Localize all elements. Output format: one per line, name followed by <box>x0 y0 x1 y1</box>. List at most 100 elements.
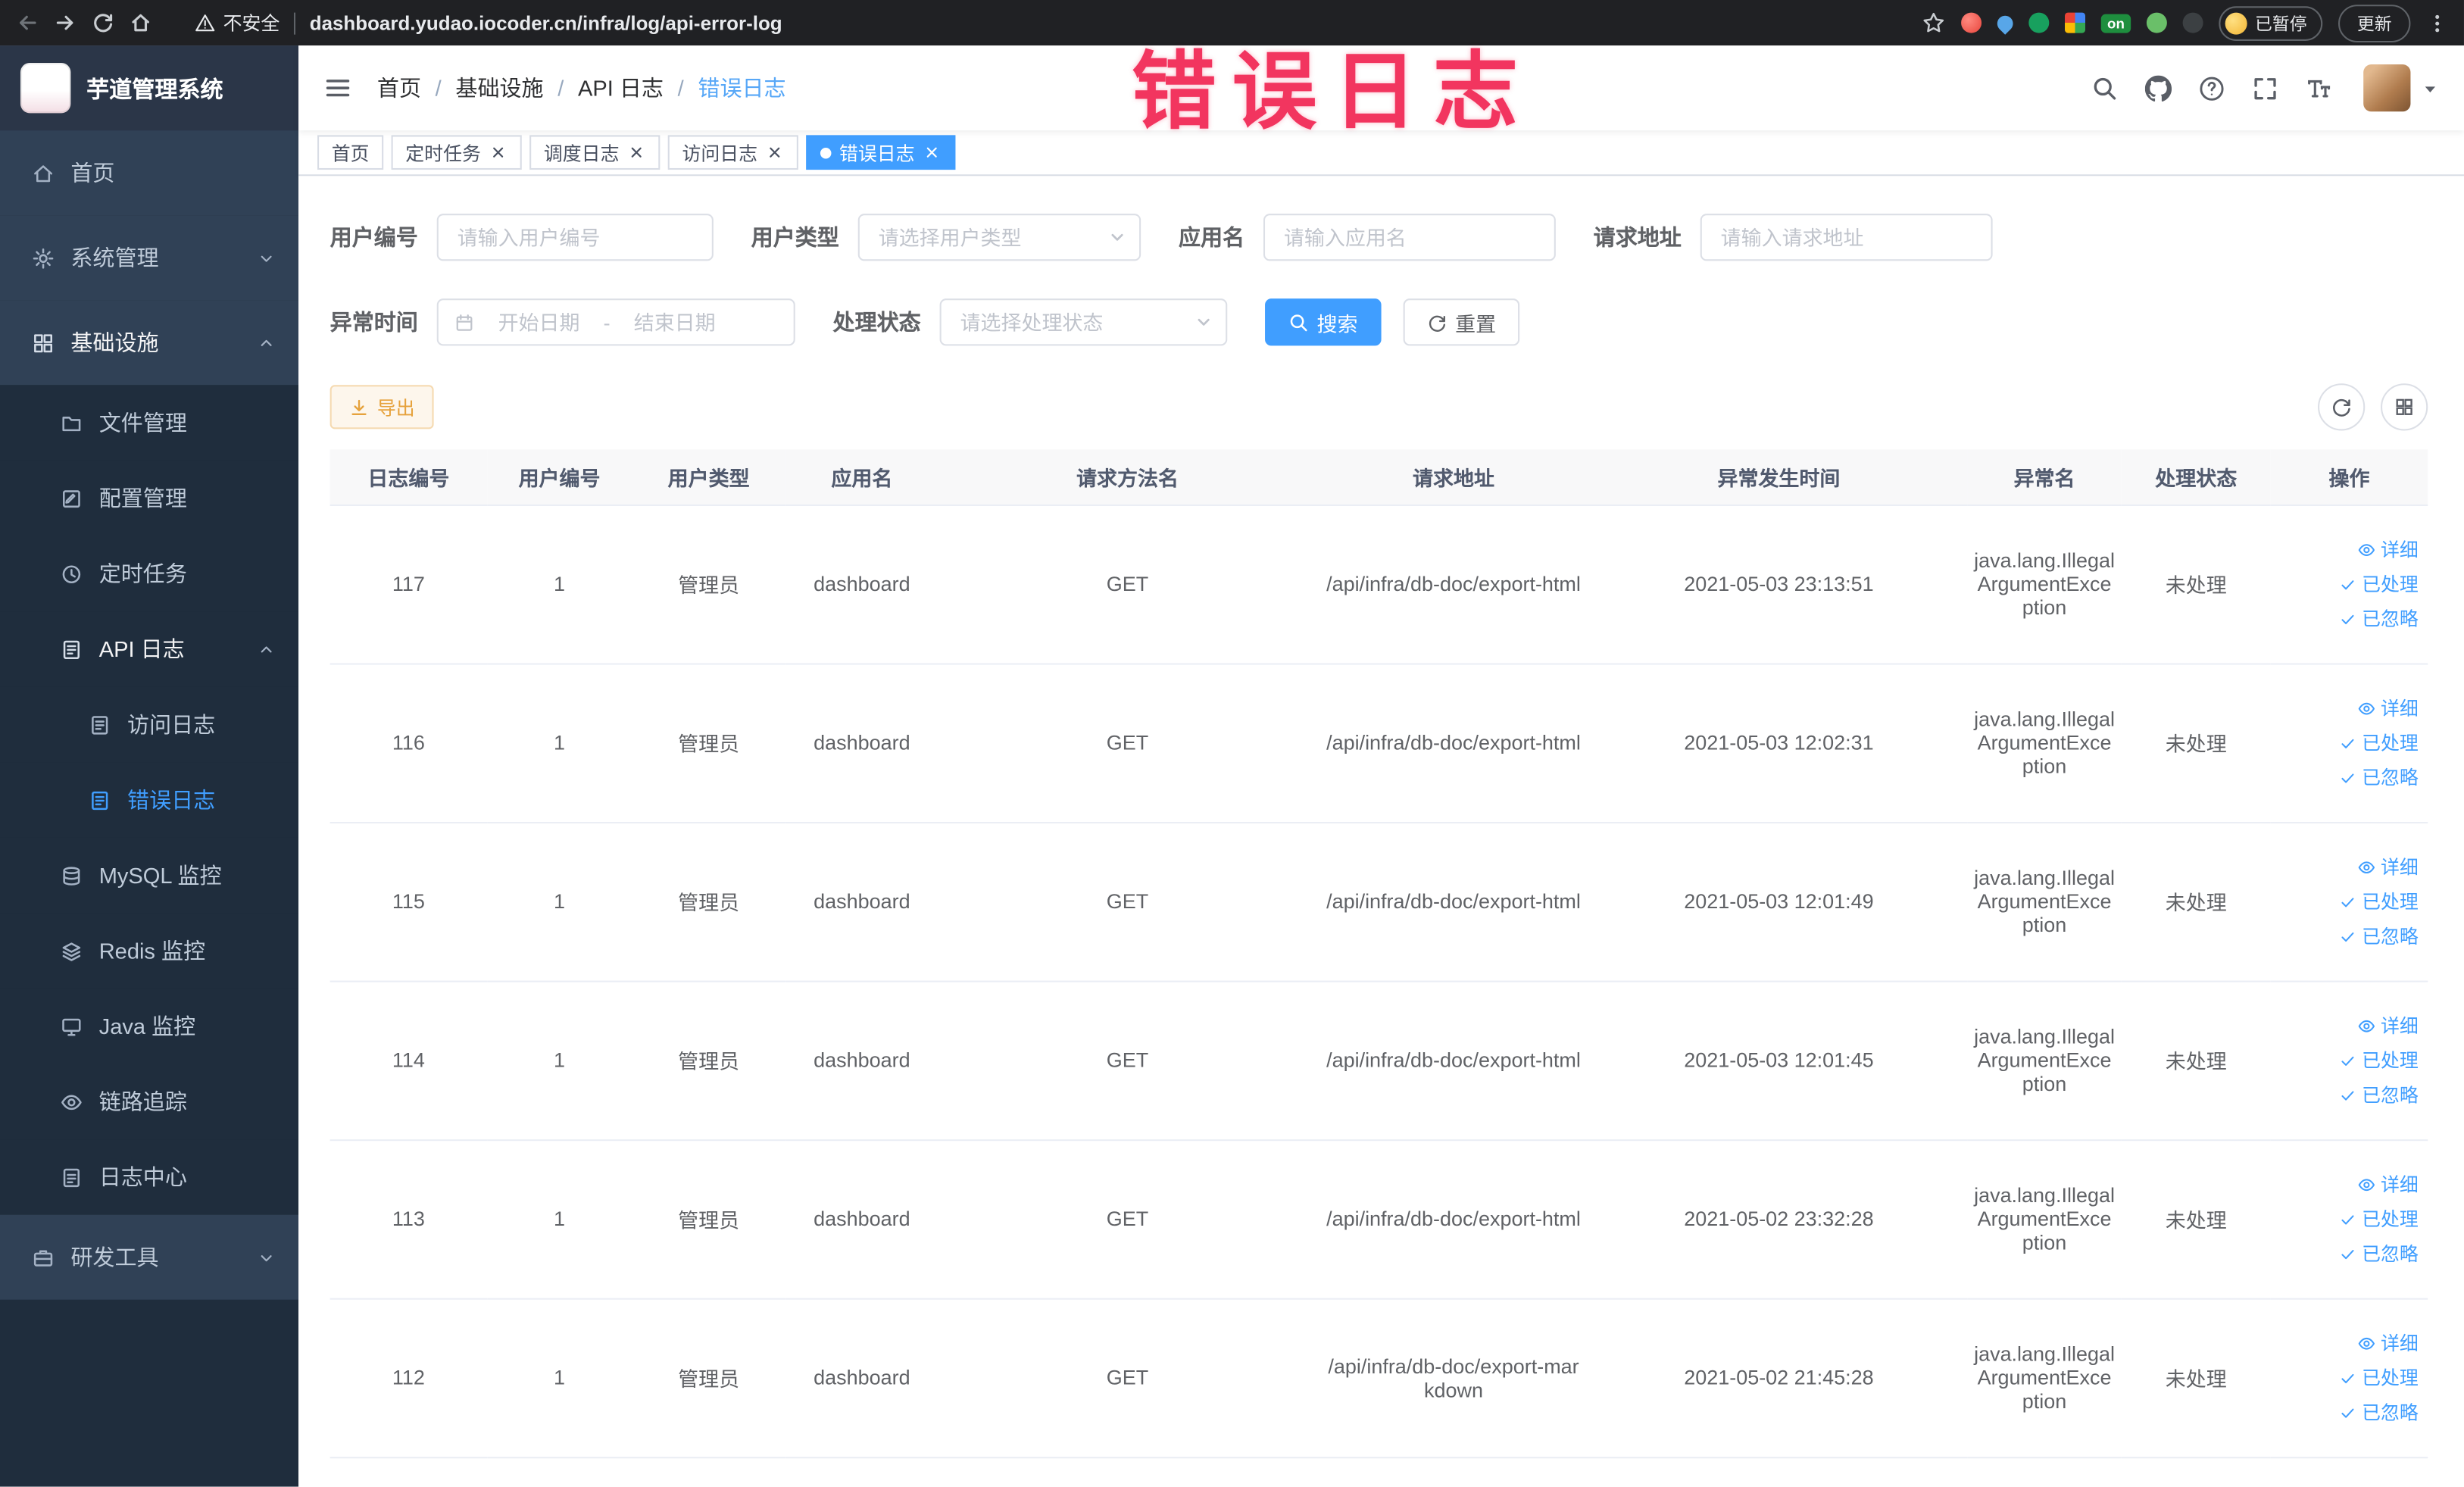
user-menu[interactable] <box>2363 64 2439 112</box>
fullscreen-icon[interactable] <box>2252 75 2278 102</box>
row-action-link[interactable]: 详细 <box>2357 1171 2419 1198</box>
security-warning[interactable]: 不安全 <box>195 9 280 36</box>
forward-icon[interactable] <box>54 11 77 35</box>
extension-icon-leaf[interactable] <box>2146 12 2167 33</box>
update-button[interactable]: 更新 <box>2338 4 2411 42</box>
cell-user-type: 管理员 <box>631 1298 786 1458</box>
row-action-link[interactable]: 已忽略 <box>2338 764 2419 790</box>
sidebar-item[interactable]: 系统管理 <box>0 215 299 301</box>
search-button[interactable]: 搜索 <box>1265 298 1382 346</box>
refresh-button[interactable] <box>2318 383 2366 431</box>
row-action-link[interactable]: 详细 <box>2357 854 2419 880</box>
search-icon[interactable] <box>2091 75 2118 102</box>
sidebar-item[interactable]: 访问日志 <box>0 686 299 763</box>
column-header[interactable]: 操作 <box>2270 449 2428 505</box>
extension-icon-paw[interactable] <box>2182 12 2203 33</box>
breadcrumb-item[interactable]: / 基础设施 <box>421 72 544 103</box>
warning-icon <box>195 14 215 32</box>
row-action-link[interactable]: 已处理 <box>2338 1047 2419 1073</box>
tab[interactable]: 定时任务 <box>391 135 522 170</box>
close-icon[interactable] <box>765 143 784 162</box>
sidebar-item[interactable]: 文件管理 <box>0 385 299 461</box>
close-icon[interactable] <box>923 143 942 162</box>
user-id-input[interactable] <box>436 214 714 261</box>
column-header[interactable]: 用户编号 <box>487 449 632 505</box>
sidebar-item[interactable]: 基础设施 <box>0 300 299 386</box>
row-action-link[interactable]: 已处理 <box>2338 570 2419 597</box>
user-type-select[interactable] <box>857 214 1141 261</box>
column-header[interactable]: 请求方法名 <box>938 449 1317 505</box>
reload-icon[interactable] <box>91 11 114 35</box>
url-text[interactable]: dashboard.yudao.iocoder.cn/infra/log/api… <box>310 12 782 34</box>
sidebar-item[interactable]: Java 监控 <box>0 988 299 1064</box>
row-action-link[interactable]: 已处理 <box>2338 888 2419 914</box>
tab[interactable]: 错误日志 <box>806 135 956 170</box>
column-header[interactable]: 用户类型 <box>631 449 786 505</box>
row-action-link[interactable]: 已处理 <box>2338 1364 2419 1391</box>
row-action-link[interactable]: 详细 <box>2357 1012 2419 1039</box>
column-header[interactable]: 异常发生时间 <box>1590 449 1968 505</box>
request-url-input[interactable] <box>1700 214 1993 261</box>
row-action-link[interactable]: 详细 <box>2357 1329 2419 1356</box>
row-action-link[interactable]: 已忽略 <box>2338 605 2419 632</box>
export-button[interactable]: 导出 <box>329 385 434 430</box>
reset-button[interactable]: 重置 <box>1403 298 1520 346</box>
app-logo[interactable]: 芋道管理系统 <box>0 45 299 131</box>
row-action-link[interactable]: 已处理 <box>2338 1205 2419 1232</box>
sidebar-item[interactable]: API 日志 <box>0 611 299 687</box>
exception-time-range[interactable]: - <box>436 298 795 346</box>
breadcrumb-item[interactable]: / 首页 <box>377 72 421 103</box>
breadcrumb-item[interactable]: / API 日志 <box>544 72 664 103</box>
back-icon[interactable] <box>16 11 39 35</box>
row-action-link[interactable]: 已忽略 <box>2338 1398 2419 1425</box>
sidebar-item[interactable]: 错误日志 <box>0 762 299 838</box>
profile-chip[interactable]: 已暂停 <box>2219 5 2323 40</box>
app-name-input[interactable] <box>1263 214 1556 261</box>
navbar-actions <box>2091 64 2439 112</box>
check-icon <box>2338 1209 2357 1228</box>
sidebar-item[interactable]: MySQL 监控 <box>0 837 299 914</box>
extension-icon-grid[interactable] <box>2065 12 2085 33</box>
hamburger-icon[interactable] <box>323 74 351 102</box>
row-action-link[interactable]: 已处理 <box>2338 729 2419 756</box>
bookmark-star-icon[interactable] <box>1922 11 1945 35</box>
sidebar-item[interactable]: Redis 监控 <box>0 913 299 989</box>
column-header[interactable]: 日志编号 <box>329 449 488 505</box>
close-icon[interactable] <box>489 143 507 162</box>
tab[interactable]: 首页 <box>317 135 384 170</box>
column-header[interactable]: 请求地址 <box>1316 449 1591 505</box>
browser-home-icon[interactable] <box>129 11 152 35</box>
start-date-input[interactable] <box>482 310 596 334</box>
column-header[interactable]: 异常名 <box>1967 449 2122 505</box>
row-action-link[interactable]: 已忽略 <box>2338 1081 2419 1107</box>
font-size-icon[interactable] <box>2305 75 2331 102</box>
menu-kebab-icon[interactable] <box>2426 12 2448 34</box>
tab[interactable]: 访问日志 <box>667 135 799 170</box>
process-status-input[interactable] <box>939 298 1228 346</box>
github-icon[interactable] <box>2144 74 2172 102</box>
extension-on-badge[interactable]: on <box>2100 13 2131 33</box>
extension-icon-drop[interactable] <box>1994 11 2016 34</box>
column-header[interactable]: 处理状态 <box>2121 449 2271 505</box>
process-status-select[interactable] <box>939 298 1228 346</box>
sidebar-item[interactable]: 定时任务 <box>0 536 299 612</box>
sidebar-item[interactable]: 配置管理 <box>0 460 299 536</box>
row-action-link[interactable]: 详细 <box>2357 536 2419 562</box>
close-icon[interactable] <box>627 143 646 162</box>
help-icon[interactable] <box>2198 75 2225 102</box>
row-action-link[interactable]: 详细 <box>2357 695 2419 721</box>
sidebar-item[interactable]: 研发工具 <box>0 1214 299 1300</box>
column-header[interactable]: 应用名 <box>785 449 938 505</box>
column-settings-button[interactable] <box>2381 383 2428 431</box>
breadcrumb-item[interactable]: / 错误日志 <box>664 72 786 103</box>
end-date-input[interactable] <box>618 310 732 334</box>
sidebar-item[interactable]: 首页 <box>0 130 299 216</box>
row-action-link[interactable]: 已忽略 <box>2338 923 2419 949</box>
row-action-link[interactable]: 已忽略 <box>2338 1240 2419 1267</box>
extension-icon-red[interactable] <box>1961 12 1982 33</box>
sidebar-item[interactable]: 链路追踪 <box>0 1064 299 1140</box>
tab[interactable]: 调度日志 <box>529 135 661 170</box>
extension-icon-green[interactable] <box>2028 12 2050 33</box>
user-type-input[interactable] <box>857 214 1141 261</box>
sidebar-item[interactable]: 日志中心 <box>0 1139 299 1215</box>
